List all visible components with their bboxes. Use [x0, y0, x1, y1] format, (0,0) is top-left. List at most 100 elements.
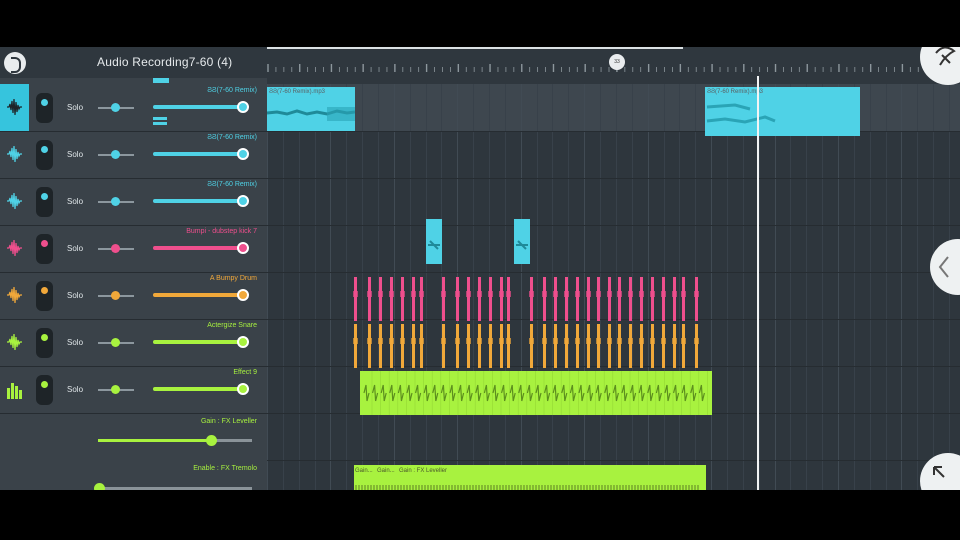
hit-clip[interactable]	[672, 277, 677, 321]
snare-clip[interactable]	[360, 371, 712, 415]
hit-clip[interactable]	[542, 324, 547, 368]
track-icon-box[interactable]	[0, 366, 29, 413]
hit-clip[interactable]	[596, 277, 601, 321]
hit-clip[interactable]	[477, 324, 482, 368]
solo-button[interactable]: Solo	[67, 338, 83, 347]
hit-clip[interactable]	[419, 277, 424, 321]
volume-slider[interactable]	[153, 383, 249, 395]
hit-clip[interactable]	[378, 324, 383, 368]
hit-clip[interactable]	[378, 277, 383, 321]
hit-clip[interactable]	[681, 277, 686, 321]
pan-slider[interactable]	[98, 150, 134, 159]
hit-clip[interactable]	[694, 277, 699, 321]
hit-clip[interactable]	[628, 324, 633, 368]
audio-clip[interactable]: ϨϨ(7-60 Remix).mp3	[267, 87, 355, 131]
hit-clip[interactable]	[694, 324, 699, 368]
position-marker[interactable]: 33	[609, 54, 625, 70]
hit-clip[interactable]	[639, 324, 644, 368]
volume-slider[interactable]	[153, 289, 249, 301]
hit-clip[interactable]	[529, 277, 534, 321]
hit-clip[interactable]	[367, 324, 372, 368]
hit-clip[interactable]	[400, 324, 405, 368]
hit-clip[interactable]	[564, 324, 569, 368]
expand-panel-button[interactable]	[930, 239, 960, 295]
mute-toggle[interactable]	[36, 234, 53, 264]
solo-button[interactable]: Solo	[67, 150, 83, 159]
pan-slider[interactable]	[98, 197, 134, 206]
hit-clip[interactable]	[681, 324, 686, 368]
hit-clip[interactable]	[586, 324, 591, 368]
solo-button[interactable]: Solo	[67, 103, 83, 112]
gain-slider[interactable]	[98, 435, 252, 446]
audio-clip[interactable]: ϨϨ(7-60 Remix).mp3	[705, 87, 860, 136]
hit-clip[interactable]	[575, 324, 580, 368]
hit-clip[interactable]	[650, 277, 655, 321]
hit-clip[interactable]	[575, 277, 580, 321]
mute-toggle[interactable]	[36, 281, 53, 311]
volume-slider[interactable]	[153, 336, 249, 348]
hit-clip[interactable]	[672, 324, 677, 368]
hit-clip[interactable]	[529, 324, 534, 368]
hit-clip[interactable]	[596, 324, 601, 368]
volume-slider[interactable]	[153, 101, 249, 113]
gain-automation-clip[interactable]: Gain... Gain... Gain : FX Leveller	[354, 465, 706, 490]
hit-clip[interactable]	[553, 277, 558, 321]
hit-clip[interactable]	[419, 324, 424, 368]
hit-clip[interactable]	[441, 277, 446, 321]
hit-clip[interactable]	[411, 324, 416, 368]
track-row[interactable]: Solo Effect 9	[0, 366, 267, 414]
hit-clip[interactable]	[607, 324, 612, 368]
track-icon-box[interactable]	[0, 272, 29, 319]
solo-button[interactable]: Solo	[67, 197, 83, 206]
hit-clip[interactable]	[586, 277, 591, 321]
menu-button[interactable]	[920, 47, 960, 85]
hit-clip[interactable]	[650, 324, 655, 368]
collapse-button[interactable]	[920, 453, 960, 490]
hit-clip[interactable]	[466, 324, 471, 368]
track-row[interactable]: Solo Actergize Snare	[0, 319, 267, 367]
hit-clip[interactable]	[506, 277, 511, 321]
hit-clip[interactable]	[488, 277, 493, 321]
track-row[interactable]: Solo Bumpi - dubstep kick 7	[0, 225, 267, 273]
solo-button[interactable]: Solo	[67, 291, 83, 300]
hit-clip[interactable]	[499, 324, 504, 368]
hit-clip[interactable]	[542, 277, 547, 321]
track-row[interactable]: Solo ϨϨ(7-60 Remix)	[0, 178, 267, 226]
hit-clip[interactable]	[488, 324, 493, 368]
hit-clip[interactable]	[477, 277, 482, 321]
hit-clip[interactable]	[661, 277, 666, 321]
audio-clip[interactable]	[514, 219, 530, 264]
hit-clip[interactable]	[466, 277, 471, 321]
hit-clip[interactable]	[389, 324, 394, 368]
hit-clip[interactable]	[617, 277, 622, 321]
solo-button[interactable]: Solo	[67, 244, 83, 253]
hit-clip[interactable]	[617, 324, 622, 368]
hit-clip[interactable]	[553, 324, 558, 368]
enable-slider[interactable]	[94, 483, 252, 490]
hit-clip[interactable]	[455, 324, 460, 368]
pan-slider[interactable]	[98, 244, 134, 253]
timeline-ruler[interactable]: 33	[267, 47, 960, 84]
track-icon-box[interactable]	[0, 319, 29, 366]
pan-slider[interactable]	[98, 338, 134, 347]
track-icon-box[interactable]	[0, 131, 29, 178]
track-icon-box[interactable]	[0, 178, 29, 225]
mute-toggle[interactable]	[36, 187, 53, 217]
mute-toggle[interactable]	[36, 328, 53, 358]
playhead[interactable]	[757, 76, 759, 490]
track-icon-box[interactable]	[0, 225, 29, 272]
mute-toggle[interactable]	[36, 93, 53, 123]
track-icon-box[interactable]	[0, 84, 29, 131]
hit-clip[interactable]	[411, 277, 416, 321]
hit-clip[interactable]	[455, 277, 460, 321]
hit-clip[interactable]	[389, 277, 394, 321]
hit-clip[interactable]	[564, 277, 569, 321]
hit-clip[interactable]	[506, 324, 511, 368]
volume-slider[interactable]	[153, 195, 249, 207]
track-row[interactable]: Solo ϨϨ(7-60 Remix)	[0, 84, 267, 132]
mute-toggle[interactable]	[36, 375, 53, 405]
solo-button[interactable]: Solo	[67, 385, 83, 394]
arrangement-grid[interactable]: ϨϨ(7-60 Remix).mp3 ϨϨ(7-60 Remix).mp3 Ga…	[267, 76, 960, 490]
hit-clip[interactable]	[367, 277, 372, 321]
mute-toggle[interactable]	[36, 140, 53, 170]
